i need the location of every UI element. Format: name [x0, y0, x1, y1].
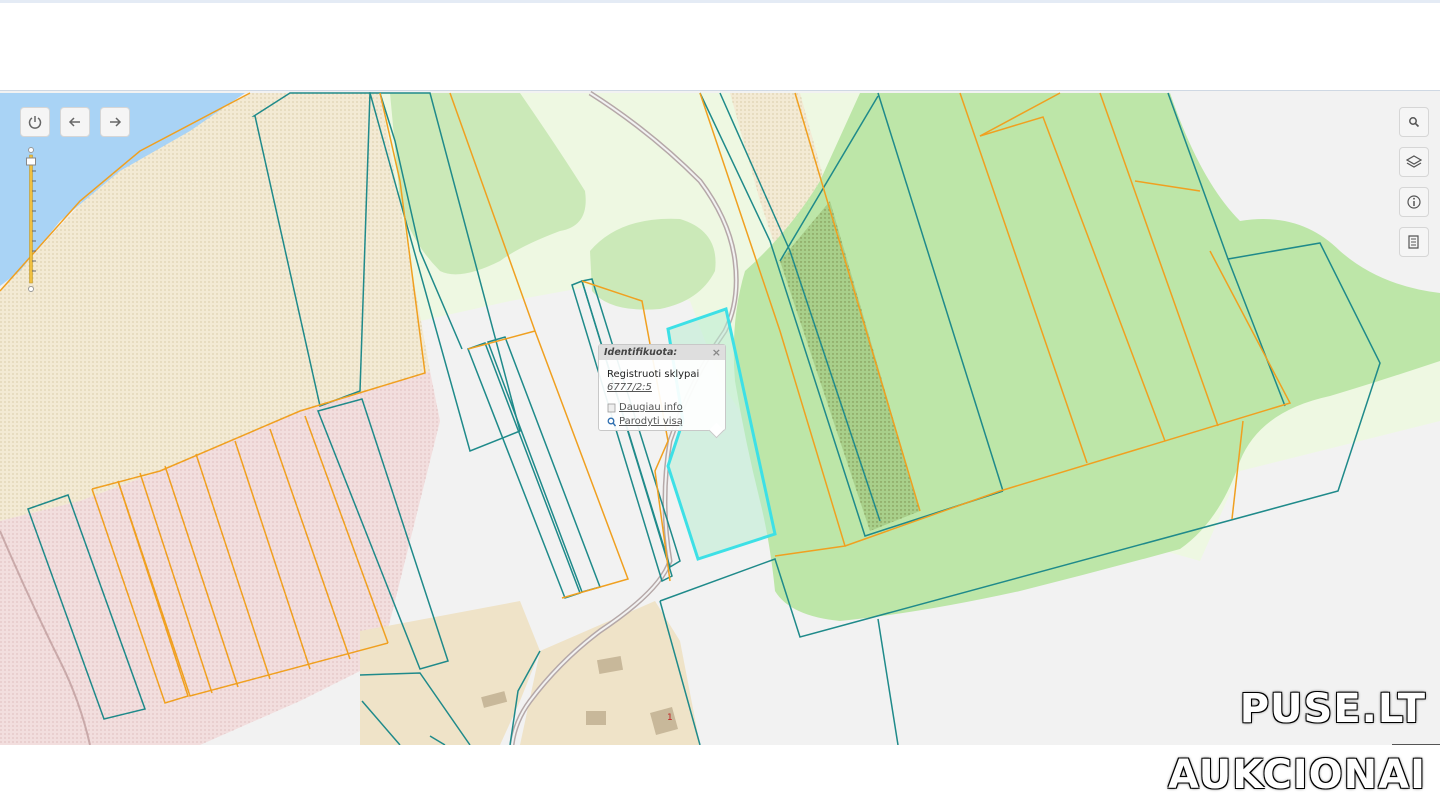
- power-button[interactable]: [20, 107, 50, 137]
- map-view[interactable]: 1 Identifikuota: × Registruoti sklypai 6…: [0, 90, 1440, 745]
- magnifier-icon: [607, 417, 616, 426]
- document-icon: [607, 403, 616, 412]
- info-button[interactable]: [1399, 187, 1429, 217]
- zoom-in-icon[interactable]: [28, 147, 34, 153]
- arrow-right-icon: [110, 117, 122, 127]
- top-strip: [0, 0, 1440, 3]
- search-button[interactable]: [1399, 107, 1429, 137]
- layers-button[interactable]: [1399, 147, 1429, 177]
- layers-icon: [1406, 155, 1422, 168]
- power-icon: [28, 116, 42, 129]
- arrow-left-icon: [68, 117, 80, 127]
- watermark-line-1: PUSE.LT: [1239, 686, 1426, 732]
- document-icon: [1408, 235, 1419, 249]
- document-button[interactable]: [1399, 227, 1429, 257]
- popup-title: Identifikuota:: [604, 347, 678, 358]
- more-info-label: Daugiau info: [619, 402, 683, 413]
- building-label: 1: [667, 713, 673, 723]
- zoom-handle[interactable]: [26, 157, 36, 166]
- popup-header: Identifikuota: ×: [599, 345, 725, 360]
- info-icon: [1407, 195, 1421, 209]
- identify-popup: Identifikuota: × Registruoti sklypai 677…: [598, 344, 726, 439]
- show-all-link[interactable]: Parodyti visą: [607, 416, 683, 427]
- watermark-line-2: AUKCIONAI: [1168, 752, 1426, 798]
- search-icon: [1409, 117, 1420, 128]
- zoom-slider[interactable]: [24, 147, 38, 293]
- back-button[interactable]: [60, 107, 90, 137]
- show-all-label: Parodyti visą: [619, 416, 683, 427]
- popup-close-button[interactable]: ×: [712, 345, 721, 360]
- zoom-out-icon[interactable]: [28, 286, 34, 292]
- popup-layer-name: Registruoti sklypai: [607, 369, 700, 380]
- divider-line: [1392, 744, 1440, 745]
- forward-button[interactable]: [100, 107, 130, 137]
- popup-parcel-link[interactable]: 6777/2:5: [607, 382, 652, 393]
- more-info-link[interactable]: Daugiau info: [607, 402, 683, 413]
